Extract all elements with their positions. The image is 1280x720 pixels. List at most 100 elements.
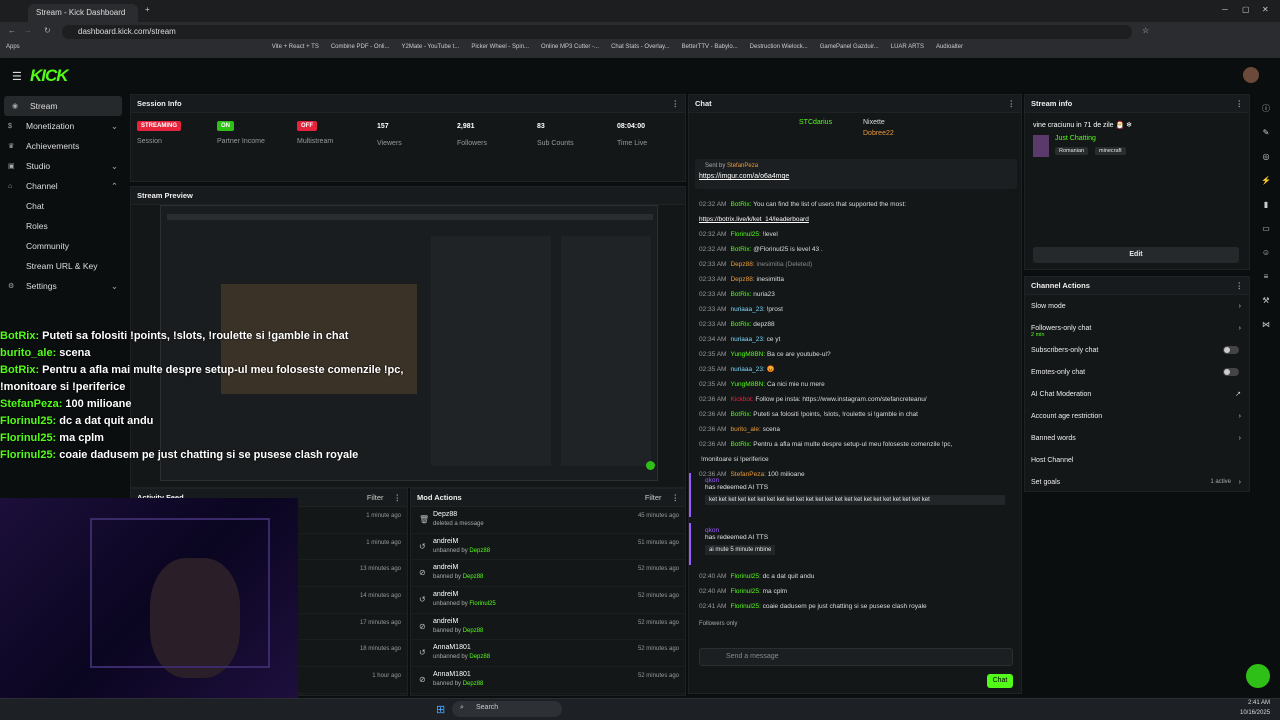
search-icon: ⌕: [460, 704, 464, 711]
bookmark-item[interactable]: Combine PDF - Onli...: [331, 44, 390, 56]
send-chat-button[interactable]: Chat: [987, 674, 1013, 688]
maximize-icon[interactable]: ▢: [1242, 5, 1250, 14]
edit-stream-button[interactable]: Edit: [1033, 247, 1239, 263]
stream-title: vine craciunu in 71 de zile 🎅 ❄: [1033, 122, 1133, 129]
sidebar-item-chat[interactable]: Chat: [0, 196, 126, 216]
minimize-icon[interactable]: ─: [1222, 5, 1228, 14]
action-slow-mode[interactable]: Slow mode ›: [1025, 295, 1249, 317]
list-icon[interactable]: ≡: [1256, 266, 1276, 286]
reload-icon[interactable]: ↻: [44, 26, 51, 35]
edit-icon[interactable]: ✎: [1256, 122, 1276, 142]
sidebar-item-settings[interactable]: ⚙ Settings ⌄: [0, 276, 126, 296]
action-followers-only[interactable]: Followers-only chat 2 min ›: [1025, 317, 1249, 339]
bookmark-item[interactable]: Audioalter: [936, 44, 963, 56]
sidebar-item-studio[interactable]: ▣ Studio ⌄: [0, 156, 126, 176]
url-input[interactable]: dashboard.kick.com/stream: [62, 25, 1132, 39]
bookmark-item[interactable]: Destruction Wielock...: [750, 44, 808, 56]
taskbar-search[interactable]: Search: [452, 701, 562, 717]
tag[interactable]: Romanian: [1055, 147, 1089, 155]
emotes-only-toggle[interactable]: [1223, 368, 1239, 376]
close-window-icon[interactable]: ✕: [1262, 5, 1269, 14]
action-subscribers-only[interactable]: Subscribers-only chat: [1025, 339, 1249, 361]
bookmark-item[interactable]: Vite + React + TS: [272, 44, 319, 56]
overlay-message: Florinul25: ma cplm: [0, 432, 104, 444]
bookmark-item[interactable]: Chat Stats - Overlay...: [611, 44, 670, 56]
chat-message: !monitoare si !periferice: [701, 456, 769, 463]
more-icon[interactable]: ⋮: [672, 493, 680, 502]
subscribers-only-toggle[interactable]: [1223, 346, 1239, 354]
mod-actions-header: Mod Actions Filter ⋮: [411, 489, 685, 507]
menu-icon[interactable]: ☰: [12, 70, 22, 83]
windows-taskbar: ⊞: [0, 698, 1280, 720]
clock-time[interactable]: 2:41 AM: [1248, 700, 1270, 706]
sidebar-item-stream[interactable]: ◉ Stream: [4, 96, 122, 116]
stat-viewers: 157 Viewers: [377, 123, 402, 147]
sidebar-item-roles[interactable]: Roles: [0, 216, 126, 236]
chat-message: 02:33 AM BotRix: nuria23: [699, 291, 775, 298]
webcam-overlay: [0, 498, 298, 720]
filter-button[interactable]: Filter: [645, 493, 662, 502]
pinned-message[interactable]: Sent by StefanPeza https://imgur.com/a/o…: [695, 159, 1017, 189]
overlay-message: Florinul25: dc a dat quit andu: [0, 415, 154, 427]
new-tab-icon[interactable]: +: [145, 5, 150, 14]
bookmark-item[interactable]: GamePanel Gazduir...: [820, 44, 879, 56]
support-chat-icon[interactable]: [1246, 664, 1270, 688]
bookmark-item[interactable]: Apps: [6, 44, 20, 56]
user-icon[interactable]: ☺: [1256, 242, 1276, 262]
bookmark-item[interactable]: BetterTTV - Babylo...: [682, 44, 738, 56]
overlay-message: StefanPeza: 100 milioane: [0, 398, 132, 410]
share-icon[interactable]: ⋈: [1256, 314, 1276, 334]
action-account-age[interactable]: Account age restriction ›: [1025, 405, 1249, 427]
action-set-goals[interactable]: Set goals 1 active ›: [1025, 471, 1249, 493]
action-emotes-only[interactable]: Emotes-only chat: [1025, 361, 1249, 383]
category-thumbnail: [1033, 135, 1049, 157]
avatar[interactable]: [1243, 67, 1259, 83]
bookmark-item[interactable]: Y2Mate - YouTube t...: [402, 44, 460, 56]
bookmark-item[interactable]: Online MP3 Cutter -...: [541, 44, 599, 56]
chevron-down-icon: ⌄: [110, 160, 118, 171]
redeem-event: qkon has redeemed AI TTS ai mute 5 minut…: [689, 523, 1019, 565]
bookmark-star-icon[interactable]: ☆: [1142, 26, 1149, 35]
sidebar-item-community[interactable]: Community: [0, 236, 126, 256]
chat-input[interactable]: Send a message: [726, 653, 779, 660]
target-icon[interactable]: ◎: [1256, 146, 1276, 166]
more-icon[interactable]: ⋮: [1236, 99, 1244, 108]
chat-input-box[interactable]: Send a message: [699, 648, 1013, 666]
clip-icon[interactable]: ▮: [1256, 194, 1276, 214]
sidebar-item-achievements[interactable]: ♛ Achievements: [0, 136, 126, 156]
bookmark-item[interactable]: Picker Wheel - Spin...: [471, 44, 529, 56]
sidebar-item-channel[interactable]: ⌂ Channel ⌃: [0, 176, 126, 196]
stream-category[interactable]: Just Chatting: [1055, 135, 1096, 142]
more-icon[interactable]: ⋮: [394, 493, 402, 502]
chevron-right-icon: ›: [1238, 478, 1241, 486]
bookmarks-bar: Apps Vite + React + TS Combine PDF - Onl…: [0, 42, 1280, 58]
action-banned-words[interactable]: Banned words ›: [1025, 427, 1249, 449]
mod-actions-panel: Mod Actions Filter ⋮ 🗑 Depz88 deleted a mess…: [410, 488, 686, 696]
stat-time-live: 08:04:00 Time Live: [617, 123, 648, 147]
chat-message: 02:40 AM Florinul25: ma cplm: [699, 588, 788, 595]
bolt-icon[interactable]: ⚡: [1256, 170, 1276, 190]
more-icon[interactable]: ⋮: [672, 99, 680, 108]
chevron-down-icon: ⌄: [110, 120, 118, 131]
more-icon[interactable]: ⋮: [1008, 99, 1016, 108]
filter-button[interactable]: Filter: [367, 493, 384, 502]
sidebar-item-monetization[interactable]: $ Monetization ⌄: [0, 116, 126, 136]
action-ai-moderation[interactable]: AI Chat Moderation ↗: [1025, 383, 1249, 405]
status-badge: ON: [217, 121, 234, 131]
sidebar-item-stream-url[interactable]: Stream URL & Key: [0, 256, 126, 276]
bookmark-item[interactable]: LUAR ARTS: [891, 44, 924, 56]
action-host-channel[interactable]: Host Channel: [1025, 449, 1249, 471]
redeem-event: qkon has redeemed AI TTS ket ket ket ket…: [689, 473, 1019, 517]
chat-icon[interactable]: ▭: [1256, 218, 1276, 238]
forward-icon[interactable]: →: [24, 26, 32, 35]
mod-action-row: ⊘ andreiM banned by Depz88 52 minutes ago: [411, 560, 685, 588]
browser-tab[interactable]: Stream - Kick Dashboard: [28, 4, 138, 22]
windows-start-icon[interactable]: ⊞: [436, 703, 445, 716]
back-icon[interactable]: ←: [8, 26, 16, 35]
kick-logo[interactable]: KICK: [30, 66, 69, 86]
tool-icon[interactable]: ⚒: [1256, 290, 1276, 310]
more-icon[interactable]: ⋮: [1236, 281, 1244, 290]
info-icon[interactable]: ⓘ: [1256, 98, 1276, 118]
tag[interactable]: minecraft: [1095, 147, 1126, 155]
clock-date[interactable]: 10/16/2025: [1240, 710, 1270, 716]
